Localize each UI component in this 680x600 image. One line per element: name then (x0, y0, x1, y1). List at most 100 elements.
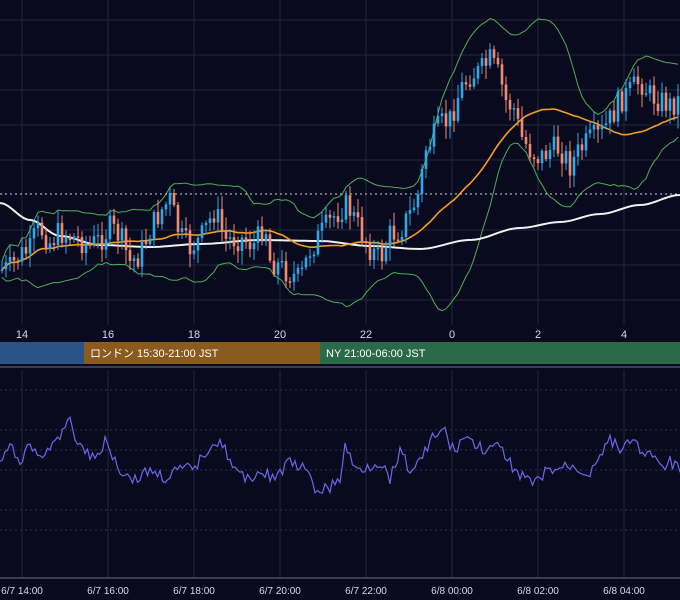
candle-body (128, 250, 132, 261)
bollinger-lower (1, 136, 679, 312)
candle (580, 138, 584, 160)
candle (524, 129, 528, 149)
candle-body (472, 78, 476, 87)
candle-body (340, 219, 344, 223)
candle (40, 217, 44, 240)
candle-body (236, 246, 240, 251)
candle-body (120, 228, 124, 241)
time-tick-label: 6/7 16:00 (87, 586, 129, 597)
candle (20, 237, 24, 266)
candle (136, 253, 140, 269)
candle (260, 216, 264, 246)
session-bar: ロンドン 15:30-21:00 JST NY 21:00-06:00 JST (0, 342, 680, 368)
candle-body (476, 66, 480, 79)
candle (476, 62, 480, 85)
session-segment: NY 21:00-06:00 JST (320, 342, 680, 364)
candle-body (256, 226, 260, 243)
candle (408, 196, 412, 226)
candle-body (644, 93, 648, 95)
candle-body (660, 92, 664, 112)
candle (240, 234, 244, 265)
candle (376, 241, 380, 261)
candle (80, 231, 84, 261)
candle (640, 78, 644, 108)
price-x-tick-label: 20 (274, 329, 286, 341)
candle-body (420, 169, 424, 194)
candle-body (600, 125, 604, 130)
candle (224, 217, 228, 252)
candle-body (160, 209, 164, 225)
candle (544, 144, 548, 162)
time-tick-label: 6/7 14:00 (1, 586, 43, 597)
chart-area: 14 16 18 20 22 0 2 4 ロンドン 15:30-21:00 JST NY 21:… (0, 0, 680, 597)
candle-body (608, 110, 612, 124)
candle-body (344, 195, 348, 220)
candle-body (548, 149, 552, 159)
candle-body (604, 123, 608, 126)
candle (628, 77, 632, 96)
candle-body (244, 237, 248, 243)
candle (576, 132, 580, 166)
candle-body (264, 234, 268, 242)
candle (196, 235, 200, 264)
candle-body (184, 228, 188, 231)
candle (560, 142, 564, 177)
candle (336, 202, 340, 229)
candle (268, 228, 272, 263)
candle (632, 68, 636, 85)
candle-body (228, 237, 232, 239)
candle-body (504, 84, 508, 100)
candle-body (640, 84, 644, 95)
candle-body (364, 241, 368, 243)
candle-body (48, 243, 52, 249)
candle (424, 145, 428, 179)
candle-body (428, 146, 432, 151)
candle-body (580, 144, 584, 151)
candle (432, 115, 436, 155)
candle (348, 186, 352, 230)
candle (68, 233, 72, 245)
candle (512, 103, 516, 121)
candle-body (64, 237, 68, 243)
candle-body (200, 225, 204, 238)
bollinger-bands (1, 17, 679, 312)
candle-body (28, 238, 32, 254)
candle-body (84, 243, 88, 254)
price-x-tick-label: 16 (102, 329, 114, 341)
candle (272, 252, 276, 278)
candle (572, 150, 576, 188)
candle (168, 187, 172, 216)
candle-body (556, 136, 560, 154)
candle-body (180, 228, 184, 232)
candle-body (480, 58, 484, 66)
candle (332, 211, 336, 228)
candle (540, 148, 544, 171)
candle-body (596, 125, 600, 130)
candle-body (468, 84, 472, 87)
candle (164, 201, 168, 216)
candle-body (408, 210, 412, 214)
candle (492, 45, 496, 64)
candle-body (440, 113, 444, 117)
candle-body (448, 111, 452, 127)
candle-body (132, 258, 136, 261)
candle (556, 125, 560, 157)
candle-body (32, 228, 36, 239)
candle (64, 230, 68, 254)
price-x-axis: 14 16 18 20 22 0 2 4 (16, 329, 627, 341)
candle-body (664, 92, 668, 111)
candle-body (624, 88, 628, 112)
candle-body (0, 269, 4, 271)
candle-body (328, 214, 332, 218)
candle (188, 224, 192, 268)
candle-body (284, 261, 288, 282)
candle-body (168, 193, 172, 205)
candle-body (112, 215, 116, 224)
candle-body (308, 256, 312, 258)
candle-body (316, 230, 320, 255)
candle (144, 228, 148, 249)
session-segment: ロンドン 15:30-21:00 JST (84, 342, 320, 364)
candle (564, 145, 568, 171)
candle-body (280, 261, 284, 263)
candle (212, 210, 216, 230)
